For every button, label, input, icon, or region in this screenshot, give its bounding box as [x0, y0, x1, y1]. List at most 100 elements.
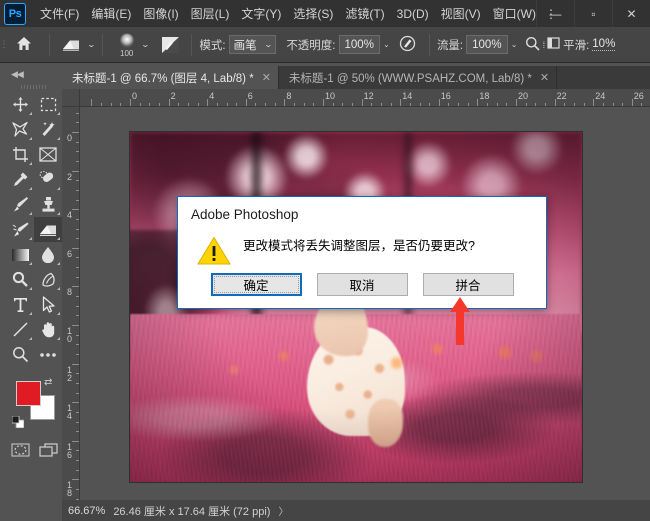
menu-3d[interactable]: 3D(D): [391, 3, 435, 25]
toolbox-collapse-button[interactable]: ◀◀: [6, 66, 62, 82]
options-bar-grip[interactable]: ⋮: [0, 27, 9, 63]
minimize-button[interactable]: —: [536, 0, 574, 27]
annotation-arrow-icon: [449, 297, 471, 345]
tablet-pressure-icon[interactable]: [547, 36, 561, 53]
mode-select[interactable]: 画笔 ⌄: [228, 35, 277, 54]
line-tool[interactable]: [6, 317, 34, 342]
eyedropper-tool[interactable]: [6, 167, 34, 192]
home-icon[interactable]: [16, 36, 32, 54]
pen-tool[interactable]: [34, 267, 62, 292]
ruler-tick: [76, 334, 79, 336]
status-expand-icon[interactable]: 〉: [278, 503, 288, 518]
ruler-tick: [72, 440, 79, 442]
ruler-tick: [76, 122, 79, 124]
options-divider-1: [49, 33, 50, 56]
zoom-tool[interactable]: [6, 342, 34, 367]
move-tool[interactable]: [6, 92, 34, 117]
menu-layer[interactable]: 图层(L): [185, 1, 236, 26]
tab-close-icon[interactable]: ✕: [262, 71, 271, 84]
type-tool[interactable]: [6, 292, 34, 317]
flow-chevron-down-icon[interactable]: ⌄: [508, 35, 521, 54]
airbrush-icon[interactable]: [399, 35, 416, 55]
menu-edit[interactable]: 编辑(E): [85, 1, 137, 26]
ruler-tick: [361, 99, 363, 106]
horizontal-ruler[interactable]: 0 2 4 6 8 10 12 14 16 18 20 22 24 26: [80, 89, 650, 107]
dodge-tool[interactable]: [6, 267, 34, 292]
dialog-title: Adobe Photoshop: [191, 207, 299, 222]
ruler-tick: [76, 421, 79, 423]
ruler-tick: [390, 103, 392, 106]
magnifier-icon[interactable]: [525, 36, 540, 54]
eraser-tool[interactable]: [34, 217, 62, 242]
hand-tool[interactable]: [34, 317, 62, 342]
smoothing-value[interactable]: 10%: [592, 38, 616, 51]
screen-mode-icon[interactable]: [34, 437, 62, 462]
tool-submenu-indicator-icon: [57, 112, 60, 115]
toolbox-drag-grip[interactable]: [6, 82, 62, 92]
swap-colors-icon[interactable]: ⇄: [44, 377, 52, 388]
rectangular-marquee-tool[interactable]: [34, 92, 62, 117]
maximize-button[interactable]: ▫: [574, 0, 612, 27]
clone-stamp-tool[interactable]: [34, 192, 62, 217]
quick-mask-icon[interactable]: [6, 437, 34, 462]
vertical-ruler[interactable]: 0 2 4 6 8 10 12 14 16 18: [62, 107, 80, 521]
tool-submenu-indicator-icon: [57, 287, 60, 290]
brush-preset-icon[interactable]: [156, 33, 184, 57]
ruler-tick: [76, 489, 79, 491]
mode-buttons: [6, 437, 62, 462]
brush-tool[interactable]: [6, 192, 34, 217]
ruler-tick: [72, 363, 79, 365]
foreground-color-swatch[interactable]: [16, 381, 41, 406]
brush-size-preview[interactable]: 100: [112, 33, 142, 57]
tab-untitled-1-66[interactable]: 未标题-1 @ 66.7% (图层 4, Lab/8) * ✕: [62, 66, 279, 89]
chevron-down-icon[interactable]: ⌄: [87, 40, 96, 49]
menu-filter[interactable]: 滤镜(T): [339, 1, 390, 26]
tool-submenu-indicator-icon: [29, 112, 32, 115]
ruler-label: 14: [402, 91, 413, 101]
blur-tool[interactable]: [34, 242, 62, 267]
ruler-tick: [525, 103, 527, 106]
current-tool-preset[interactable]: ⌄: [57, 33, 96, 57]
tool-submenu-indicator-icon: [29, 262, 32, 265]
photoshop-logo-icon: Ps: [4, 2, 26, 25]
path-selection-tool[interactable]: [34, 292, 62, 317]
ruler-tick: [76, 218, 79, 220]
flow-input[interactable]: 100%: [466, 35, 508, 54]
crop-tool[interactable]: [6, 142, 34, 167]
history-brush-tool[interactable]: [6, 217, 34, 242]
menu-window[interactable]: 窗口(W): [487, 1, 542, 26]
ruler-label: 0: [132, 91, 138, 101]
flatten-button[interactable]: 拼合: [422, 273, 514, 296]
tab-untitled-1-50[interactable]: 未标题-1 @ 50% (WWW.PSAHZ.COM, Lab/8) * ✕: [278, 66, 558, 89]
tab-label: 未标题-1 @ 66.7% (图层 4, Lab/8) *: [72, 72, 254, 85]
gradient-tool[interactable]: [6, 242, 34, 267]
menu-select[interactable]: 选择(S): [287, 1, 339, 26]
default-colors-icon[interactable]: [11, 415, 25, 429]
cancel-button[interactable]: 取消: [316, 273, 408, 296]
ruler-tick: [76, 305, 79, 307]
menu-type[interactable]: 文字(Y): [235, 1, 287, 26]
ruler-tick: [409, 103, 411, 106]
menu-view[interactable]: 视图(V): [435, 1, 487, 26]
ruler-tick: [351, 103, 353, 106]
ruler-tick: [76, 382, 79, 384]
options-divider-3: [191, 33, 193, 56]
healing-brush-tool[interactable]: [34, 167, 62, 192]
tab-close-icon[interactable]: ✕: [540, 71, 549, 84]
menu-image[interactable]: 图像(I): [137, 1, 184, 26]
ruler-corner[interactable]: [62, 89, 80, 107]
ok-button[interactable]: 确定: [210, 273, 302, 296]
close-button[interactable]: ✕: [612, 0, 650, 27]
opacity-chevron-down-icon[interactable]: ⌄: [380, 35, 393, 54]
opacity-input[interactable]: 100%: [338, 35, 380, 54]
menu-file[interactable]: 文件(F): [34, 1, 85, 26]
frame-tool[interactable]: [34, 142, 62, 167]
brush-picker-chevron-icon[interactable]: ⌄: [140, 40, 149, 49]
status-zoom-level[interactable]: 66.67%: [68, 505, 105, 517]
dialog-body: 更改模式将丢失调整图层，是否仍要更改?: [178, 222, 546, 271]
status-document-dimensions: 26.46 厘米 x 17.64 厘米 (72 ppi): [113, 505, 271, 518]
warning-triangle-icon: [197, 236, 231, 271]
lasso-tool[interactable]: [6, 117, 34, 142]
edit-toolbar-button[interactable]: [34, 342, 62, 367]
magic-wand-tool[interactable]: [34, 117, 62, 142]
